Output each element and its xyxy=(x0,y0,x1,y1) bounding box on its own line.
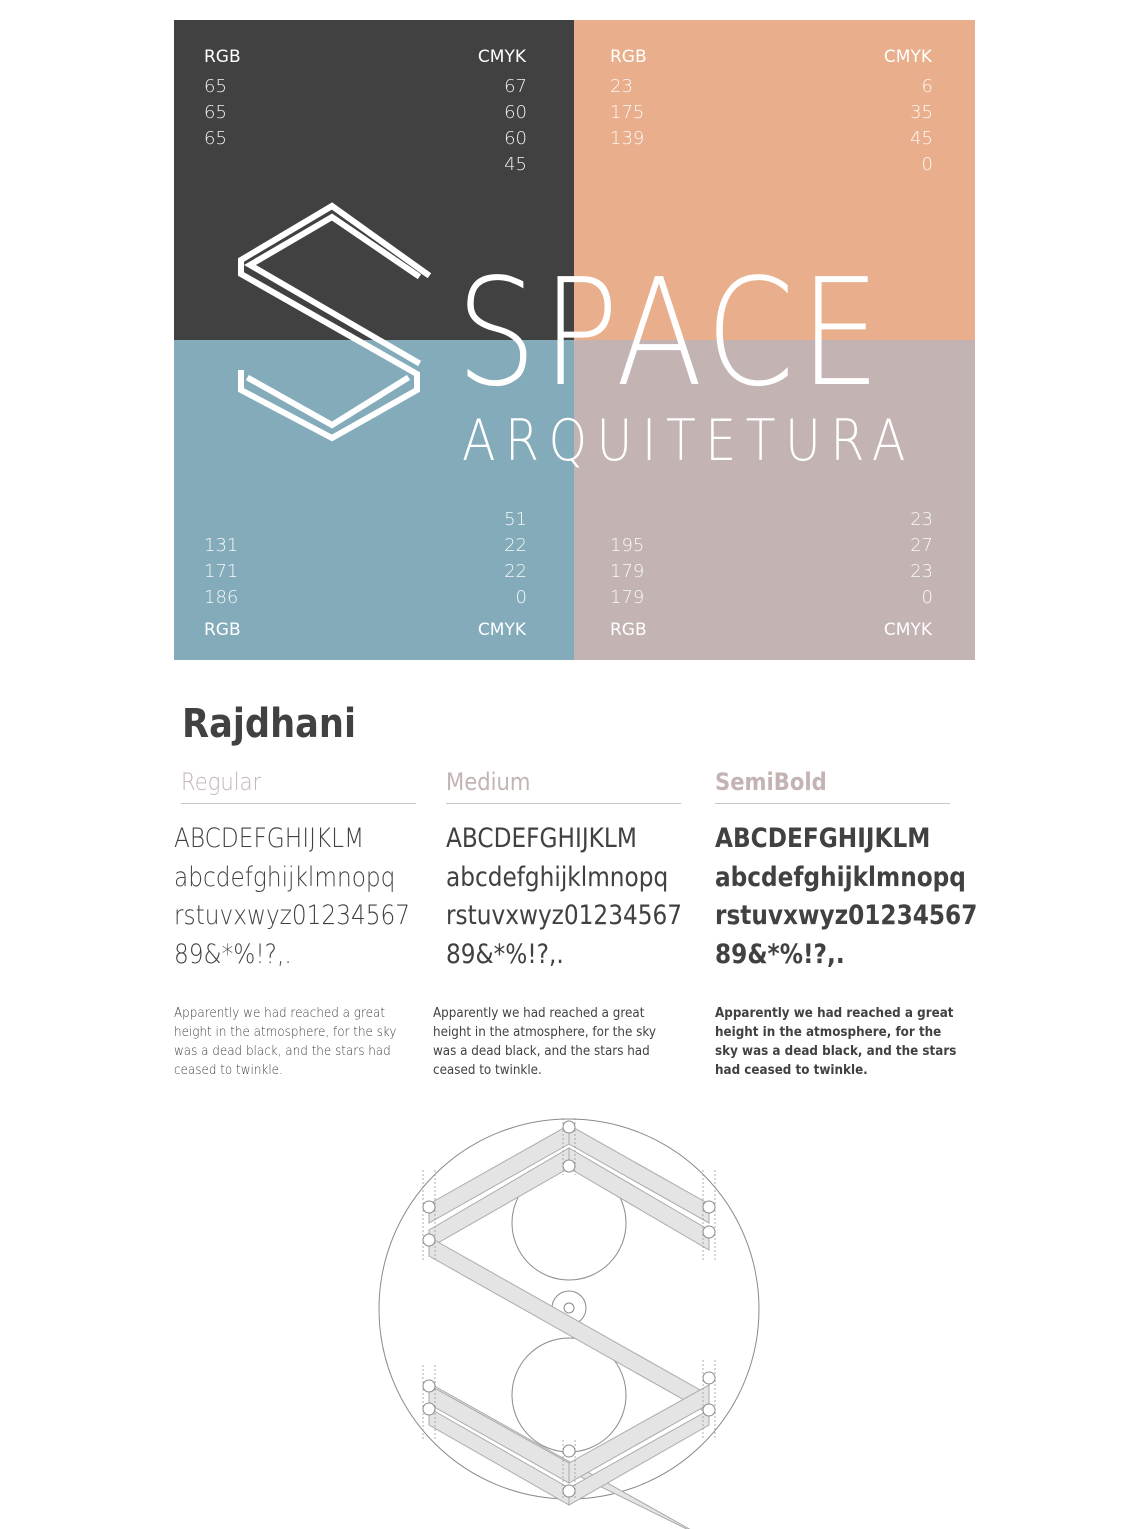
logo-construction-grid-icon xyxy=(378,1118,760,1529)
